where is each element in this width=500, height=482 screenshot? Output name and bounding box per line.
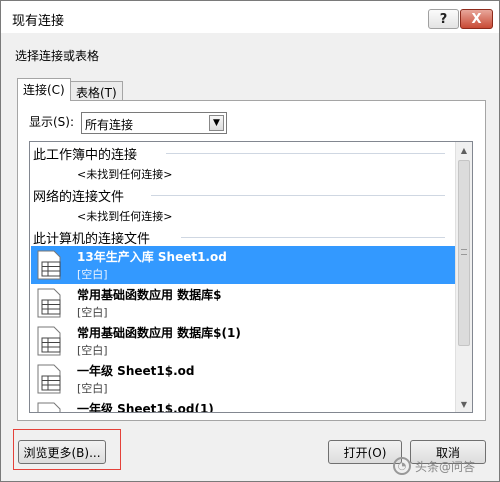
open-button[interactable]: 打开(O)	[328, 440, 402, 464]
browse-more-button[interactable]: 浏览更多(B)...	[18, 440, 106, 464]
section-header-computer: 此计算机的连接文件	[33, 228, 453, 247]
data-source-file-icon	[37, 326, 61, 356]
section-divider	[166, 153, 445, 154]
connection-list[interactable]: 此工作簿中的连接 <未找到任何连接> 网络的连接文件 <未找到任何连接> 此计算…	[29, 141, 473, 413]
scrollbar-grip-icon	[461, 249, 467, 255]
connection-item[interactable]: 一年级 Sheet1$.od(1)	[31, 398, 456, 413]
section-header-workbook: 此工作簿中的连接	[33, 144, 453, 163]
section-header-network: 网络的连接文件	[33, 186, 453, 205]
tab-tables[interactable]: 表格(T)	[70, 81, 123, 102]
section-header-label: 此计算机的连接文件	[33, 232, 151, 247]
watermark-logo-icon: ◔	[393, 457, 411, 475]
scroll-down-arrow-icon[interactable]: ▼	[456, 396, 472, 412]
connection-name: 一年级 Sheet1$.od(1)	[77, 402, 214, 413]
connection-description: [空白]	[77, 306, 108, 319]
connection-description: [空白]	[77, 382, 108, 395]
section-divider	[151, 195, 445, 196]
watermark-text: 头条@问答	[415, 459, 476, 474]
help-button[interactable]: ?	[428, 9, 459, 29]
connection-name: 常用基础函数应用 数据库$(1)	[77, 326, 241, 340]
section-header-label: 此工作簿中的连接	[33, 148, 138, 163]
no-connections-text: <未找到任何连接>	[77, 168, 173, 181]
tab-connections[interactable]: 连接(C)	[17, 78, 71, 101]
show-filter-label: 显示(S):	[29, 115, 75, 129]
connection-name: 常用基础函数应用 数据库$	[77, 288, 222, 302]
close-button[interactable]: X	[460, 9, 493, 29]
connection-item[interactable]: 一年级 Sheet1$.od [空白]	[31, 360, 456, 398]
watermark: ◔ 头条@问答	[393, 457, 475, 475]
connection-name: 13年生产入库 Sheet1.od	[77, 250, 227, 264]
section-divider	[181, 237, 445, 238]
show-filter-value: 所有连接	[85, 118, 134, 132]
show-filter-dropdown[interactable]: 所有连接 ▼	[81, 112, 227, 134]
data-source-file-icon	[37, 250, 61, 280]
data-source-file-icon	[37, 288, 61, 318]
connection-description: [空白]	[77, 268, 108, 281]
title-bar: 现有连接 ? X	[1, 1, 499, 33]
window-title: 现有连接	[12, 14, 65, 29]
data-source-file-icon	[37, 402, 61, 412]
list-scrollbar[interactable]: ▲ ▼	[455, 142, 472, 412]
connection-description: [空白]	[77, 344, 108, 357]
scrollbar-thumb[interactable]	[458, 160, 470, 346]
data-source-file-icon	[37, 364, 61, 394]
dropdown-arrow-icon[interactable]: ▼	[209, 115, 224, 131]
no-connections-text: <未找到任何连接>	[77, 210, 173, 223]
section-header-label: 网络的连接文件	[33, 190, 125, 205]
scroll-up-arrow-icon[interactable]: ▲	[456, 142, 472, 158]
connection-item[interactable]: 常用基础函数应用 数据库$ [空白]	[31, 284, 456, 322]
existing-connections-dialog: 现有连接 ? X 选择连接或表格 连接(C) 表格(T) 显示(S): 所有连接…	[0, 0, 500, 482]
connection-name: 一年级 Sheet1$.od	[77, 364, 195, 378]
connection-item[interactable]: 13年生产入库 Sheet1.od [空白]	[31, 246, 456, 284]
dialog-instruction: 选择连接或表格	[15, 49, 100, 63]
connection-item[interactable]: 常用基础函数应用 数据库$(1) [空白]	[31, 322, 456, 360]
